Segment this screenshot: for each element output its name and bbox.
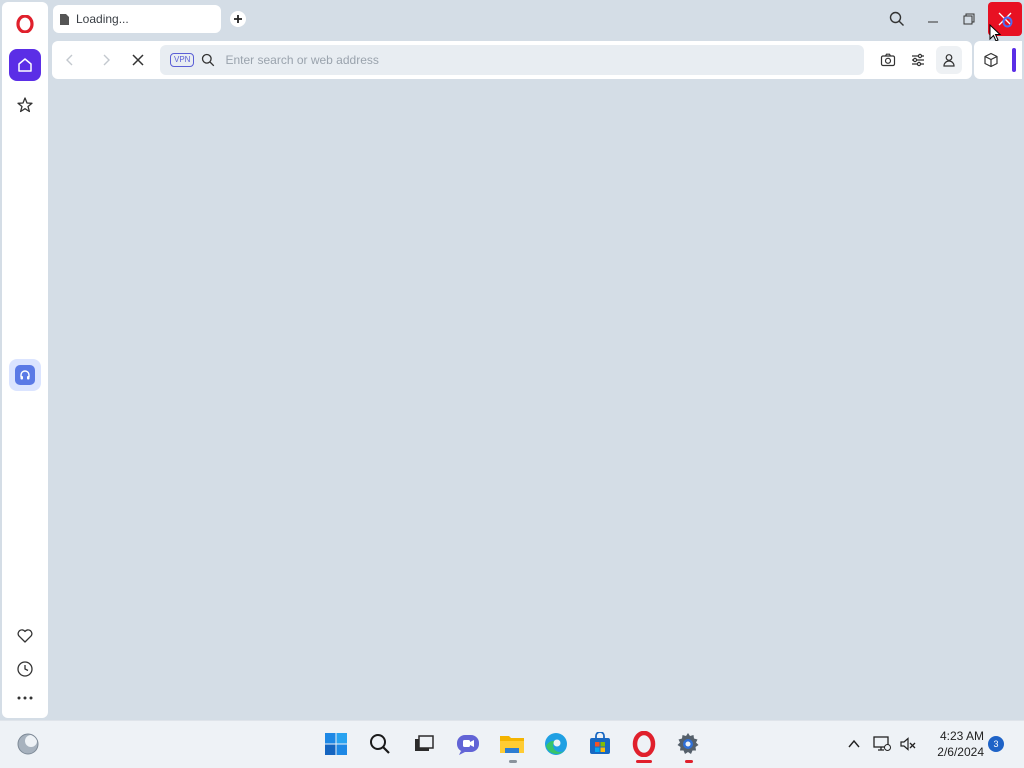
- running-indicator: [509, 760, 517, 763]
- speaker-muted-icon: [900, 737, 916, 751]
- teams-chat-button[interactable]: [454, 730, 482, 758]
- search-button[interactable]: [366, 730, 394, 758]
- chevron-right-icon: [103, 54, 110, 66]
- edge-button[interactable]: [542, 730, 570, 758]
- camera-icon: [880, 53, 896, 67]
- clock-date: 2/6/2024: [937, 745, 984, 759]
- new-tab-button[interactable]: [230, 11, 246, 27]
- user-icon: [943, 54, 955, 67]
- home-button[interactable]: [9, 49, 41, 81]
- store-button[interactable]: [586, 730, 614, 758]
- stop-loading-button[interactable]: [130, 52, 146, 68]
- chat-icon: [457, 735, 479, 755]
- settings-sliders-icon: [912, 53, 924, 67]
- plus-icon: [234, 15, 242, 23]
- address-bar[interactable]: VPN: [160, 45, 864, 75]
- back-button[interactable]: [62, 52, 78, 68]
- music-player-button[interactable]: [9, 359, 41, 391]
- edge-icon: [545, 733, 567, 755]
- browser-tab[interactable]: Loading...: [53, 5, 221, 33]
- opera-taskbar-button[interactable]: [630, 730, 658, 758]
- task-view-button[interactable]: [410, 730, 438, 758]
- windows-icon: [325, 733, 347, 755]
- cube-icon: [984, 52, 998, 68]
- clock[interactable]: 4:23 AM 2/6/2024: [924, 728, 984, 760]
- chevron-left-icon: [66, 54, 73, 66]
- heart-icon: [17, 629, 33, 643]
- minimize-button[interactable]: [918, 4, 948, 34]
- notification-badge[interactable]: 3: [988, 736, 1004, 752]
- opera-icon: [632, 731, 656, 757]
- tab-title: Loading...: [76, 12, 129, 26]
- settings-button[interactable]: [674, 730, 702, 758]
- more-button[interactable]: [9, 682, 41, 714]
- chevron-up-icon: [848, 739, 860, 748]
- restore-icon: [963, 13, 975, 25]
- history-button[interactable]: [9, 653, 41, 685]
- volume-button[interactable]: [896, 730, 920, 758]
- clock-icon: [17, 661, 33, 677]
- forward-button[interactable]: [98, 52, 114, 68]
- folder-icon: [500, 736, 524, 753]
- vpn-badge[interactable]: VPN: [170, 53, 195, 67]
- search-icon: [202, 53, 215, 67]
- my-flow-button[interactable]: [9, 620, 41, 652]
- weather-icon: [17, 733, 39, 755]
- snapshot-button[interactable]: [880, 52, 896, 68]
- sidebar: [2, 2, 48, 718]
- extensions-button[interactable]: [983, 52, 999, 68]
- address-input[interactable]: [225, 53, 826, 67]
- show-hidden-icons-button[interactable]: [842, 730, 866, 758]
- home-icon: [18, 58, 32, 72]
- search-icon: [889, 11, 904, 26]
- start-button[interactable]: [322, 730, 350, 758]
- tab-search-button[interactable]: [882, 4, 912, 34]
- network-icon: [873, 736, 891, 751]
- running-indicator: [685, 760, 693, 763]
- minimize-icon: [928, 21, 938, 23]
- profile-button[interactable]: [936, 46, 962, 74]
- restore-button[interactable]: [954, 4, 984, 34]
- more-dots-icon: [17, 696, 33, 700]
- search-icon: [370, 734, 390, 754]
- star-icon: [17, 97, 33, 113]
- network-button[interactable]: [870, 730, 894, 758]
- file-explorer-button[interactable]: [498, 730, 526, 758]
- task-view-icon: [415, 735, 434, 751]
- weather-widget[interactable]: [14, 730, 42, 758]
- active-indicator: [636, 760, 652, 763]
- pinboards-button[interactable]: [9, 89, 41, 121]
- headphones-icon: [15, 365, 35, 385]
- clock-time: 4:23 AM: [939, 729, 984, 743]
- gear-icon: [677, 733, 699, 754]
- close-icon: [132, 54, 144, 66]
- store-icon: [590, 732, 610, 754]
- easy-setup-button[interactable]: [910, 52, 926, 68]
- opera-logo-icon[interactable]: [9, 8, 41, 40]
- page-icon: [60, 13, 69, 25]
- scroll-indicator: [1012, 48, 1016, 72]
